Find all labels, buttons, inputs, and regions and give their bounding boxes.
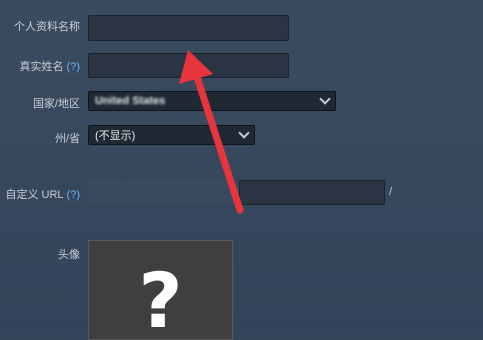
annotation-arrow-icon [179,50,244,214]
